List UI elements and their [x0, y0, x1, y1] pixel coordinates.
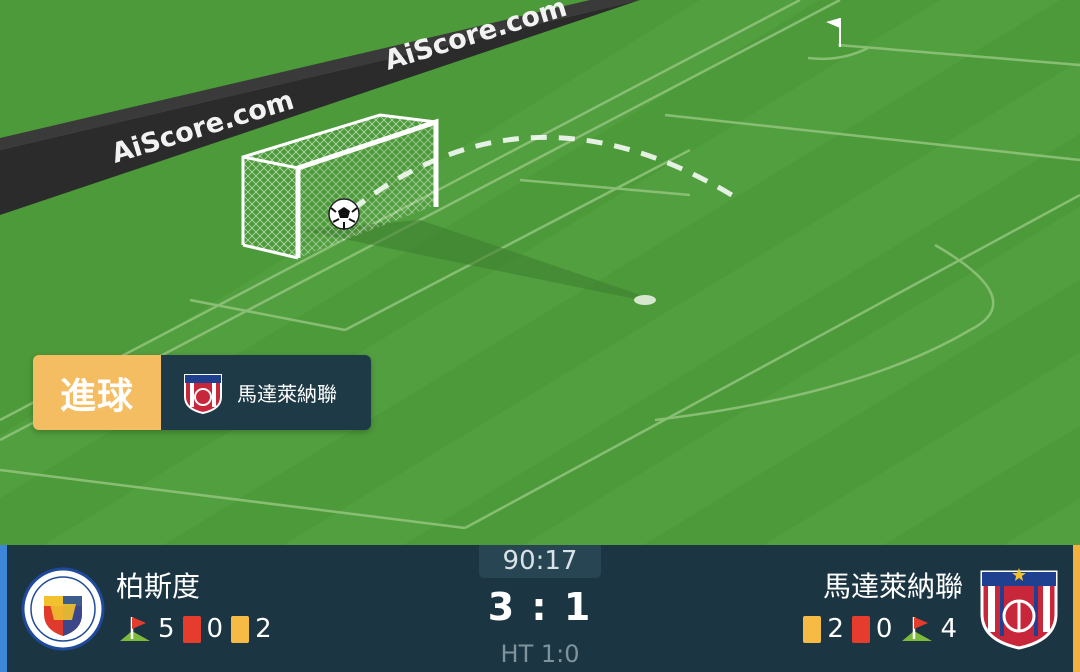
halftime-score: HT 1:0: [500, 640, 580, 668]
union-magdalena-crest-icon[interactable]: [976, 566, 1062, 652]
event-team: 馬達萊納聯: [161, 355, 371, 430]
home-corners: 5: [158, 614, 175, 644]
away-stats: 2 0 4: [803, 613, 965, 645]
away-red-cards: 0: [875, 614, 893, 644]
yellow-card-icon: [231, 615, 250, 643]
home-side-indicator: [0, 545, 7, 672]
home-red-cards: 0: [206, 614, 224, 644]
red-card-icon: [182, 615, 201, 643]
union-magdalena-crest-icon: [184, 373, 222, 414]
football-icon: [328, 198, 360, 230]
corner-flag-icon: [902, 617, 933, 641]
away-team-name[interactable]: 馬達萊納聯: [823, 565, 963, 605]
home-yellow-cards: 2: [255, 614, 272, 644]
home-stats: 5 0 2: [118, 613, 280, 645]
match-time: 90:17: [479, 545, 601, 578]
event-team-name: 馬達萊納聯: [237, 382, 337, 406]
scoreboard: 柏斯度 5 0 2 90:17 3 : 1 HT 1:0 馬達萊納聯 2 0 4: [0, 545, 1080, 672]
penalty-spot: [634, 295, 656, 305]
match-score: 3 : 1: [487, 585, 593, 629]
red-card-icon: [851, 615, 870, 643]
pitch-view: AiScore.com AiScore.com: [0, 0, 1080, 545]
home-team-name[interactable]: 柏斯度: [116, 565, 200, 605]
away-corners: 4: [940, 614, 957, 644]
yellow-card-icon: [803, 615, 822, 643]
deportivo-pasto-crest-icon[interactable]: [20, 566, 106, 652]
away-side-indicator: [1073, 545, 1080, 672]
pitch-illustration: AiScore.com AiScore.com: [0, 0, 1080, 545]
corner-flag-icon: [120, 617, 150, 641]
event-type-badge: 進球: [33, 355, 161, 430]
away-yellow-cards: 2: [827, 614, 844, 644]
goal-event-panel: 進球 馬達萊納聯: [33, 355, 371, 430]
